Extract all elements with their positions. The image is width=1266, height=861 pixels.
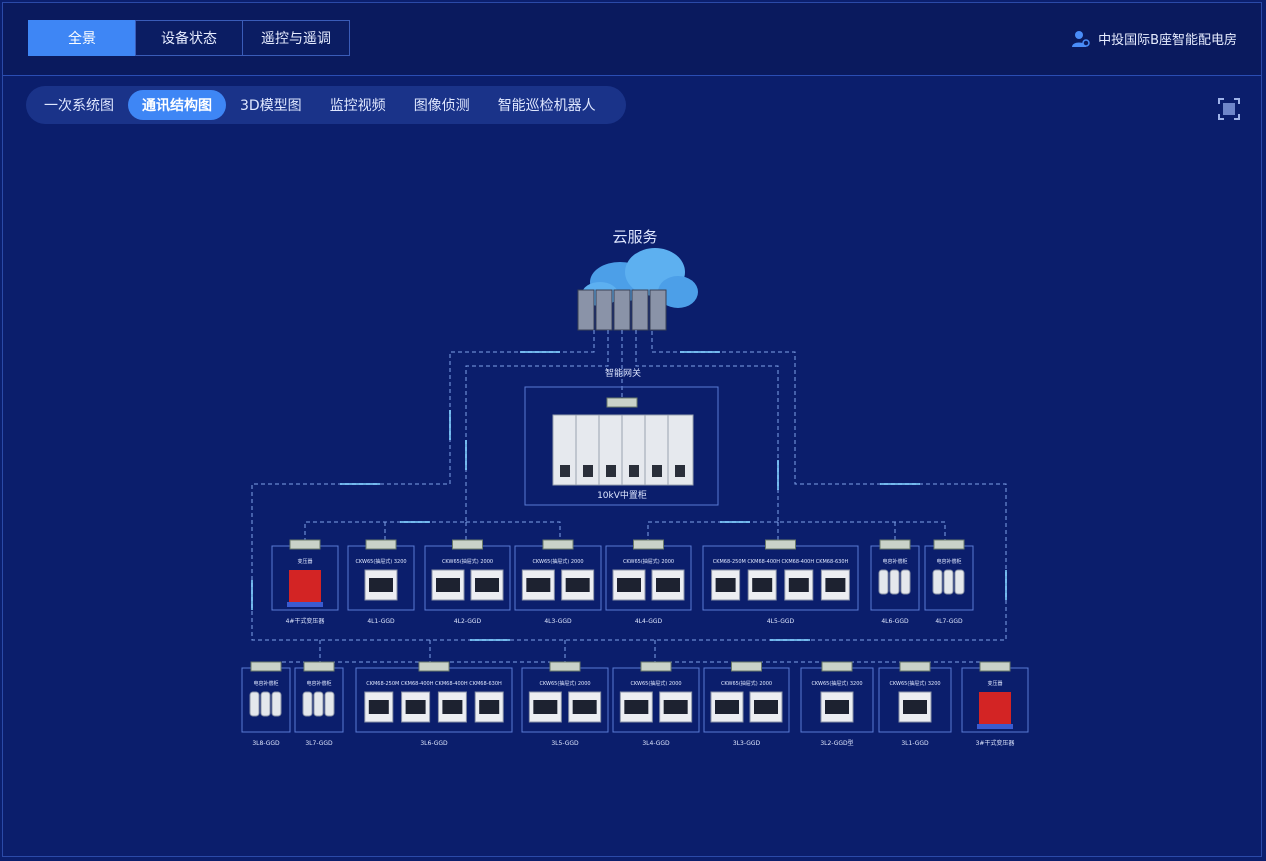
- cabinet-title: CKW65(抽屉式) 2000: [442, 558, 493, 565]
- cabinet-title: CKM68-250M CKM68-400H CKM68-400H CKM68-6…: [366, 681, 502, 687]
- cabinet-title: 变压器: [987, 680, 1002, 687]
- capacitor-icon: [878, 569, 911, 595]
- cabinet-title: CKW65(抽屉式) 2000: [623, 558, 674, 565]
- cabinet-4L3-GGD[interactable]: CKW65(抽屉式) 2000 4L3-GGD: [514, 539, 602, 625]
- cabinet-3L1-GGD[interactable]: CKW65(抽屉式) 3200 3L1-GGD: [878, 661, 952, 747]
- row1-cabinets: 变压器4#干式变压器CKW65(抽屉式) 32004L1-GGDCKW65(抽屉…: [271, 539, 974, 625]
- capacitor-icon: [932, 569, 965, 595]
- cabinet-title: 电容补偿柜: [253, 680, 278, 687]
- cabinet-name: 3L4-GGD: [642, 740, 670, 747]
- gateway-device-icon: [899, 661, 931, 672]
- cabinet-title: CKW65(抽屉式) 2000: [539, 680, 590, 687]
- gateway-device-icon: [633, 539, 664, 550]
- cabinet-3L7-GGD[interactable]: 电容补偿柜 3L7-GGD: [294, 661, 344, 747]
- gateway-device-icon: [418, 661, 450, 672]
- mccb-breaker-icon: [711, 569, 850, 601]
- comm-structure-diagram: 云服务 智能网关 10kV中置柜 变压器4#干式变压器CKW65(抽屉式) 32…: [241, 228, 1029, 747]
- cabinet-3L6-GGD[interactable]: CKM68-250M CKM68-400H CKM68-400H CKM68-6…: [355, 661, 513, 747]
- transformer-icon: [977, 692, 1013, 729]
- gateway-device-icon: [879, 539, 911, 550]
- gateway-device-icon: [933, 539, 965, 550]
- cabinet-3L5-GGD[interactable]: CKW65(抽屉式) 2000 3L5-GGD: [521, 661, 609, 747]
- acb-breaker-icon: [898, 691, 932, 723]
- cabinet-name: 4L6-GGD: [881, 618, 909, 625]
- cabinet-name: 3#干式变压器: [976, 739, 1015, 747]
- capacitor-icon: [302, 691, 335, 717]
- acb-breaker-icon: [364, 569, 398, 601]
- cabinet-4L4-GGD[interactable]: CKW65(抽屉式) 2000 4L4-GGD: [605, 539, 692, 625]
- gateway-device-icon: [821, 661, 853, 672]
- gateway-device-icon: [549, 661, 581, 672]
- cabinet-4#干式变压器[interactable]: 变压器 4#干式变压器: [271, 539, 339, 625]
- capacitor-icon: [249, 691, 282, 717]
- acb-breaker-icon: [820, 691, 854, 723]
- acb-breaker-icon: [521, 569, 595, 601]
- acb-breaker-icon: [528, 691, 602, 723]
- gateway-device-icon: [640, 661, 672, 672]
- cabinet-name: 3L6-GGD: [420, 740, 448, 747]
- cabinet-title: CKM68-250M CKM68-400H CKM68-400H CKM68-6…: [713, 559, 849, 565]
- mv-cabinet-icon: [552, 414, 694, 486]
- cabinet-name: 4L5-GGD: [767, 618, 795, 625]
- cabinet-3L2-GGD型[interactable]: CKW65(抽屉式) 3200 3L2-GGD型: [800, 661, 874, 747]
- cabinet-name: 4L4-GGD: [635, 618, 663, 625]
- cabinet-title: 电容补偿柜: [306, 680, 331, 687]
- cabinet-3L4-GGD[interactable]: CKW65(抽屉式) 2000 3L4-GGD: [612, 661, 700, 747]
- transformer-icon: [287, 570, 323, 607]
- cabinet-title: CKW65(抽屉式) 2000: [630, 680, 681, 687]
- cabinet-4L1-GGD[interactable]: CKW65(抽屉式) 3200 4L1-GGD: [347, 539, 415, 625]
- cabinet-title: 电容补偿柜: [882, 558, 907, 565]
- gateway-device-icon: [606, 397, 638, 408]
- cabinet-4L6-GGD[interactable]: 电容补偿柜 4L6-GGD: [870, 539, 920, 625]
- cabinet-name: 4L1-GGD: [367, 618, 395, 625]
- row2-cabinets: 电容补偿柜 3L8-GGD 电容补偿柜 3L7-GGD CKM68-250M CKM68…: [241, 661, 1029, 747]
- mv-cabinet-label: 10kV中置柜: [597, 489, 647, 501]
- cabinet-name: 3L7-GGD: [305, 740, 333, 747]
- cabinet-3#干式变压器[interactable]: 变压器 3#干式变压器: [961, 661, 1029, 747]
- gateway-device-icon: [979, 661, 1011, 672]
- cabinet-title: CKW65(抽屉式) 3200: [355, 558, 406, 565]
- cabinet-name: 3L3-GGD: [733, 740, 761, 747]
- cabinet-name: 4#干式变压器: [286, 617, 325, 625]
- cabinet-3L8-GGD[interactable]: 电容补偿柜 3L8-GGD: [241, 661, 291, 747]
- gateway-device-icon: [289, 539, 321, 550]
- cabinet-name: 4L3-GGD: [544, 618, 572, 625]
- cabinet-name: 3L5-GGD: [551, 740, 579, 747]
- cabinet-title: 电容补偿柜: [936, 558, 961, 565]
- cabinet-name: 4L7-GGD: [935, 618, 963, 625]
- gateway-label: 智能网关: [605, 367, 641, 379]
- cabinet-4L5-GGD[interactable]: CKM68-250M CKM68-400H CKM68-400H CKM68-6…: [702, 539, 859, 625]
- cabinet-4L7-GGD[interactable]: 电容补偿柜 4L7-GGD: [924, 539, 974, 625]
- cabinet-name: 3L1-GGD: [901, 740, 929, 747]
- acb-breaker-icon: [431, 569, 504, 601]
- cabinet-title: 变压器: [297, 558, 312, 565]
- gateway-device-icon: [765, 539, 796, 550]
- cabinet-title: CKW65(抽屉式) 3200: [811, 680, 862, 687]
- gateway-device-icon: [731, 661, 762, 672]
- cabinet-4L2-GGD[interactable]: CKW65(抽屉式) 2000 4L2-GGD: [424, 539, 511, 625]
- acb-breaker-icon: [710, 691, 783, 723]
- cabinet-title: CKW65(抽屉式) 2000: [532, 558, 583, 565]
- acb-breaker-icon: [612, 569, 685, 601]
- gateway-device-icon: [365, 539, 397, 550]
- cabinet-title: CKW65(抽屉式) 2000: [721, 680, 772, 687]
- cabinet-title: CKW65(抽屉式) 3200: [889, 680, 940, 687]
- mccb-breaker-icon: [364, 691, 504, 723]
- acb-breaker-icon: [619, 691, 693, 723]
- cloud-label: 云服务: [612, 228, 657, 246]
- cabinet-name: 4L2-GGD: [454, 618, 482, 625]
- cabinet-3L3-GGD[interactable]: CKW65(抽屉式) 2000 3L3-GGD: [703, 661, 790, 747]
- cabinet-name: 3L8-GGD: [252, 740, 280, 747]
- gateway-device-icon: [303, 661, 335, 672]
- cloud-server-icon: [577, 248, 698, 331]
- gateway-device-icon: [250, 661, 282, 672]
- cabinet-name: 3L2-GGD型: [820, 739, 853, 747]
- gateway-device-icon: [542, 539, 574, 550]
- gateway-device-icon: [452, 539, 483, 550]
